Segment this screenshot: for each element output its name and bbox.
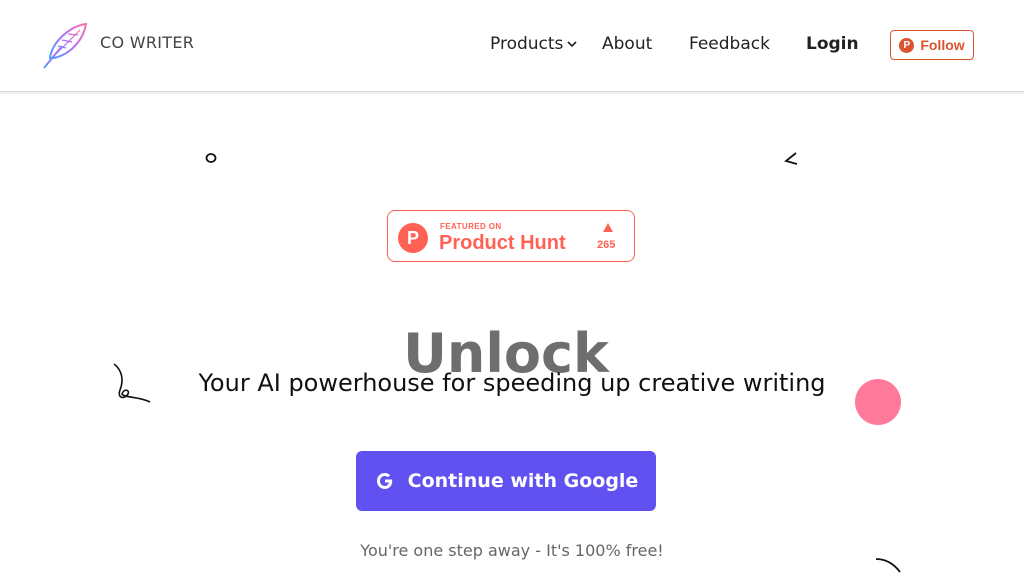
nav-feedback[interactable]: Feedback [689, 34, 770, 54]
producthunt-icon: P [899, 37, 915, 53]
brand-name[interactable]: CO WRITER [100, 33, 194, 52]
continue-with-google-button[interactable]: Continue with Google [356, 451, 656, 511]
hero-tagline: Your AI powerhouse for speeding up creat… [198, 369, 826, 397]
nav-login[interactable]: Login [806, 34, 859, 54]
upvote-arrow-icon [603, 223, 613, 232]
google-icon [376, 473, 392, 489]
featured-on-label: FEATURED ON [440, 222, 502, 231]
nav-products[interactable]: Products [490, 34, 577, 54]
producthunt-name: Product Hunt [439, 232, 566, 254]
producthunt-logo-icon: P [398, 223, 428, 253]
upvote-count: 265 [597, 239, 616, 251]
producthunt-follow-button[interactable]: P Follow [890, 30, 974, 60]
producthunt-badge[interactable]: P FEATURED ON Product Hunt 265 [387, 210, 635, 262]
feather-icon[interactable] [40, 22, 90, 70]
follow-label: Follow [920, 37, 965, 53]
doodle-angle-icon [784, 152, 798, 165]
top-header: CO WRITER Products About Feedback Login … [0, 0, 1024, 92]
nav-about[interactable]: About [602, 34, 652, 54]
nav-products-label: Products [490, 34, 564, 54]
chevron-down-icon [567, 41, 577, 48]
doodle-circle-icon [205, 153, 217, 163]
free-note: You're one step away - It's 100% free! [360, 541, 664, 560]
google-button-label: Continue with Google [407, 470, 639, 492]
